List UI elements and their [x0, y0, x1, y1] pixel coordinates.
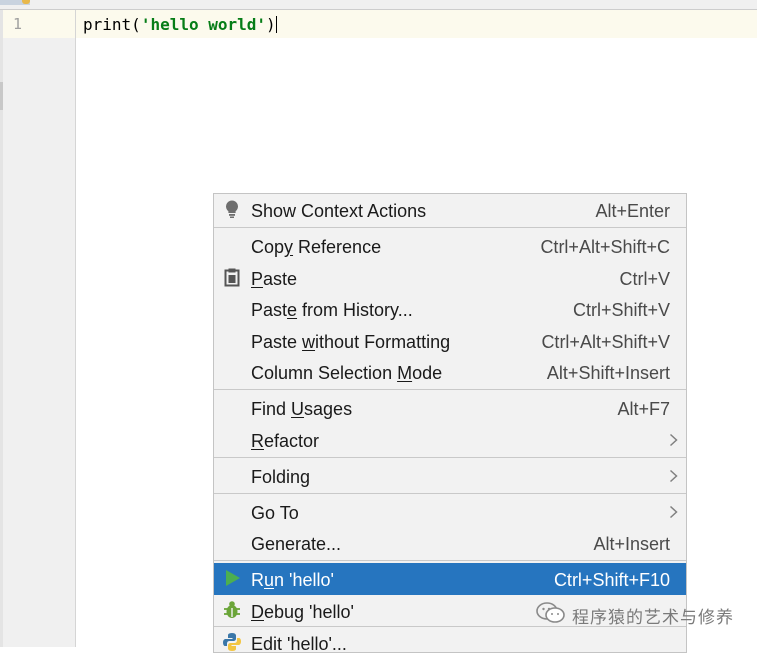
menu-separator — [214, 389, 686, 390]
menu-item-copy-reference[interactable]: Copy Reference Ctrl+Alt+Shift+C — [214, 230, 686, 262]
text-caret — [275, 16, 277, 33]
menu-item-run-hello[interactable]: Run 'hello' Ctrl+Shift+F10 — [214, 563, 686, 595]
menu-item-show-context-actions[interactable]: Show Context Actions Alt+Enter — [214, 194, 686, 226]
menu-item-folding[interactable]: Folding — [214, 460, 686, 492]
menu-item-go-to[interactable]: Go To — [214, 496, 686, 528]
line-number: 1 — [13, 15, 23, 33]
debug-bug-icon — [222, 600, 242, 620]
menu-item-label: Generate... — [251, 534, 342, 554]
watermark-text: 程序猿的艺术与修养 — [572, 608, 734, 627]
menu-item-label: Edit 'hello'... — [251, 634, 347, 654]
menu-item-paste[interactable]: Paste Ctrl+V — [214, 262, 686, 294]
lightbulb-icon — [222, 199, 242, 219]
menu-item-label: Refactor — [251, 431, 320, 451]
code-function: print — [83, 15, 132, 34]
chevron-right-icon — [669, 433, 678, 447]
menu-item-shortcut: Ctrl+V — [619, 269, 670, 289]
menu-item-label: Copy Reference — [251, 237, 382, 257]
menu-separator — [214, 560, 686, 561]
menu-item-shortcut: Alt+Enter — [595, 201, 670, 221]
clipboard-icon — [222, 267, 242, 287]
menu-item-shortcut: Alt+Insert — [593, 534, 670, 554]
menu-item-label: Column Selection Mode — [251, 363, 443, 383]
menu-item-label: Paste without Formatting — [251, 332, 451, 352]
menu-separator — [214, 493, 686, 494]
menu-item-shortcut: Ctrl+Alt+Shift+C — [540, 237, 670, 257]
code-string: 'hello world' — [140, 15, 267, 34]
menu-item-label: Show Context Actions — [251, 201, 427, 221]
line-number-gutter[interactable]: 1 — [3, 10, 76, 647]
menu-separator — [214, 227, 686, 228]
python-file-tab-icon — [22, 0, 30, 4]
run-icon — [222, 568, 242, 588]
menu-separator — [214, 457, 686, 458]
wechat-icon — [536, 602, 565, 623]
code-paren-open: ( — [131, 15, 141, 34]
menu-item-column-selection-mode[interactable]: Column Selection Mode Alt+Shift+Insert — [214, 356, 686, 388]
python-icon — [222, 632, 242, 652]
menu-item-label: Paste — [251, 269, 298, 289]
menu-item-shortcut: Alt+F7 — [617, 399, 670, 419]
menu-item-label: Debug 'hello' — [251, 602, 354, 622]
menu-item-shortcut: Ctrl+Shift+F10 — [553, 570, 670, 590]
context-menu: Show Context Actions Alt+Enter Copy Refere… — [213, 193, 687, 654]
menu-item-paste-from-history[interactable]: Paste from History... Ctrl+Shift+V — [214, 293, 686, 325]
menu-item-shortcut: Ctrl+Shift+V — [572, 300, 670, 320]
menu-item-refactor[interactable]: Refactor — [214, 424, 686, 456]
menu-item-shortcut: Alt+Shift+Insert — [546, 363, 670, 383]
menu-item-label: Find Usages — [251, 399, 353, 419]
menu-item-generate[interactable]: Generate... Alt+Insert — [214, 527, 686, 559]
menu-item-edit-hello[interactable]: Edit 'hello'... — [214, 627, 686, 659]
menu-item-find-usages[interactable]: Find Usages Alt+F7 — [214, 392, 686, 424]
code-paren-close: ) — [266, 15, 276, 34]
chevron-right-icon — [669, 469, 678, 483]
menu-item-label: Run 'hello' — [251, 570, 334, 590]
menu-item-label: Paste from History... — [251, 300, 413, 320]
menu-item-label: Go To — [251, 503, 299, 523]
menu-item-shortcut: Ctrl+Alt+Shift+V — [541, 332, 670, 352]
menu-item-label: Folding — [251, 467, 311, 487]
menu-item-paste-without-formatting[interactable]: Paste without Formatting Ctrl+Alt+Shift+V — [214, 325, 686, 357]
chevron-right-icon — [669, 505, 678, 519]
editor-tab-strip — [0, 0, 757, 10]
code-line[interactable]: print('hello world') — [83, 15, 277, 34]
